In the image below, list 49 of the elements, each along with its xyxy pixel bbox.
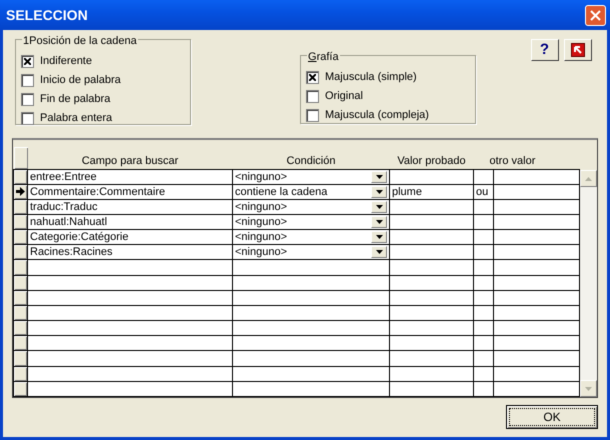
row-header[interactable] — [14, 184, 28, 200]
column-header: Valor probado — [397, 154, 466, 166]
check-cross-icon — [309, 74, 316, 81]
checkbox[interactable] — [21, 55, 34, 68]
row-header[interactable] — [14, 214, 28, 230]
help-button[interactable]: ? — [530, 39, 558, 61]
column-header: Condición — [286, 154, 336, 166]
exit-button[interactable] — [564, 39, 592, 61]
table-cell: plume — [390, 184, 474, 200]
vertical-scrollbar[interactable] — [580, 170, 598, 397]
checkbox[interactable] — [306, 109, 319, 122]
dropdown-arrow-icon — [376, 235, 382, 240]
table-cell: entree:Entree — [28, 169, 232, 184]
table-cell: traduc:Traduc — [28, 199, 232, 214]
column-header: otro valor — [490, 154, 536, 166]
check-cross-icon — [24, 58, 31, 65]
checkbox-label: Original — [325, 89, 363, 104]
window-title: SELECCION — [6, 6, 88, 24]
dropdown-arrow-icon — [376, 190, 382, 194]
row-header[interactable] — [14, 199, 28, 214]
row-header[interactable] — [14, 169, 28, 184]
ok-button[interactable]: OK — [506, 405, 598, 429]
checkbox-label: Palabra entera — [40, 111, 112, 126]
checkbox-label: Majuscula (compleja) — [325, 108, 429, 124]
checkbox-label: Inicio de palabra — [40, 73, 121, 88]
exit-arrow-icon — [571, 43, 585, 57]
scroll-down-icon — [585, 386, 592, 390]
checkbox[interactable] — [21, 93, 34, 106]
checkbox[interactable] — [306, 90, 319, 103]
table-cell: Commentaire:Commentaire — [28, 184, 232, 200]
row-header[interactable] — [14, 230, 28, 245]
row-header[interactable] — [14, 244, 28, 260]
dropdown-arrow-icon — [376, 174, 382, 179]
checkbox-label: Fin de palabra — [40, 92, 110, 108]
dropdown-arrow-icon — [376, 204, 382, 209]
close-button[interactable] — [585, 4, 606, 26]
scroll-up-icon — [585, 176, 592, 180]
table-cell: Categorie:Catégorie — [28, 230, 232, 245]
close-icon — [590, 10, 601, 20]
dropdown-arrow-icon — [376, 250, 382, 254]
table-cell: nahuatl:Nahuatl — [28, 214, 232, 230]
checkbox[interactable] — [306, 71, 319, 84]
dropdown-arrow-icon — [376, 220, 382, 224]
checkbox-label: Indiferente — [40, 54, 92, 70]
checkbox[interactable] — [21, 74, 34, 87]
checkbox-label: Majuscula (simple) — [325, 70, 417, 86]
column-header: Campo para buscar — [82, 154, 178, 166]
table-cell: Racines:Racines — [28, 244, 232, 260]
checkbox[interactable] — [21, 112, 34, 125]
